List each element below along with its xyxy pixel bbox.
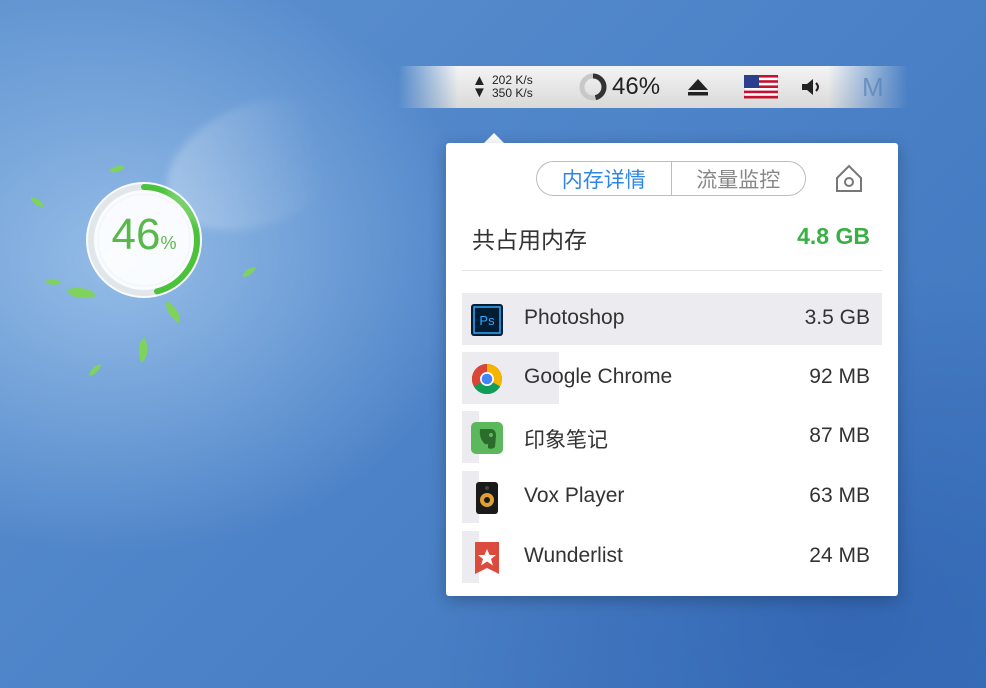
app-memory: 3.5 GB — [804, 306, 870, 329]
tab-memory-details[interactable]: 内存详情 — [537, 162, 672, 195]
volume-icon[interactable] — [800, 66, 826, 108]
memory-popover: 内存详情 流量监控 共占用内存 4.8 GB Ps Photoshop 3.5 … — [446, 143, 898, 596]
up-down-arrows-icon: ▲ ▼ — [472, 72, 487, 101]
svg-text:Ps: Ps — [479, 313, 495, 328]
app-name: Vox Player — [524, 484, 625, 507]
cpu-ring-icon — [579, 73, 607, 101]
evernote-icon — [471, 422, 503, 454]
menubar: ▲ ▼ 202 K/s 350 K/s 46% M — [398, 66, 908, 108]
wunderlist-icon — [475, 542, 499, 574]
app-name: Google Chrome — [524, 365, 673, 388]
app-memory: 87 MB — [809, 424, 870, 447]
app-name: Photoshop — [524, 306, 625, 329]
app-row-evernote[interactable]: 印象笔记 87 MB — [462, 411, 882, 463]
app-memory: 24 MB — [809, 544, 870, 567]
app-name: Wunderlist — [524, 544, 623, 567]
network-speed-item[interactable]: ▲ ▼ 202 K/s 350 K/s — [472, 66, 533, 108]
total-memory-label: 共占用内存 — [472, 227, 587, 253]
total-memory-value: 4.8 GB — [797, 223, 870, 249]
app-memory: 92 MB — [809, 365, 870, 388]
download-speed: 350 K/s — [492, 86, 533, 100]
memory-percent-value: 46 — [111, 210, 161, 259]
app-row-photoshop[interactable]: Ps Photoshop 3.5 GB — [462, 293, 882, 345]
view-tabs: 内存详情 流量监控 — [536, 161, 806, 196]
us-flag-icon[interactable] — [744, 66, 778, 108]
app-row-wunderlist[interactable]: Wunderlist 24 MB — [462, 531, 882, 583]
divider — [462, 270, 882, 271]
chrome-icon — [471, 364, 503, 395]
app-name: 印象笔记 — [524, 429, 608, 452]
app-row-vox-player[interactable]: Vox Player 63 MB — [462, 471, 882, 523]
eject-icon[interactable] — [686, 66, 710, 108]
photoshop-icon: Ps — [471, 304, 503, 336]
app-memory: 63 MB — [809, 484, 870, 507]
menubar-partial-item[interactable]: M — [862, 66, 884, 108]
home-icon[interactable] — [832, 161, 866, 200]
cpu-percent: 46% — [612, 73, 661, 100]
app-row-google-chrome[interactable]: Google Chrome 92 MB — [462, 352, 882, 404]
tab-traffic-monitor[interactable]: 流量监控 — [672, 162, 806, 195]
memory-percent-sign: % — [160, 233, 177, 253]
cpu-usage-item[interactable]: 46% — [578, 66, 660, 108]
vox-player-icon — [476, 482, 498, 514]
